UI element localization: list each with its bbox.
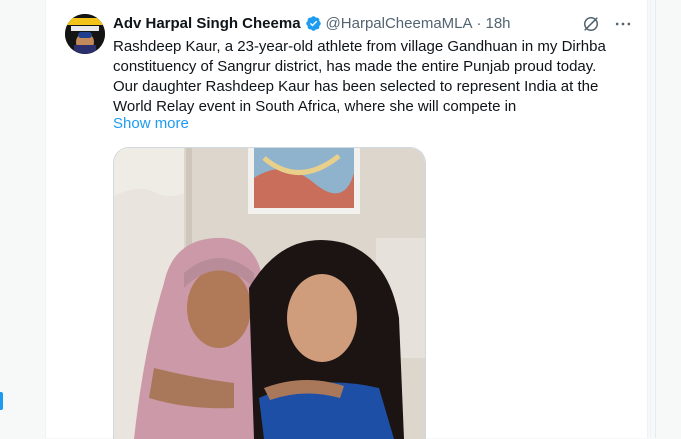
tweet-header: Adv Harpal Singh Cheema @HarpalCheemaMLA…	[113, 13, 511, 33]
tweet-photo[interactable]	[113, 147, 426, 439]
separator: ·	[476, 14, 482, 32]
tweet-text-line: Our daughter Rashdeep Kaur has been sele…	[113, 78, 599, 95]
more-options-icon[interactable]	[612, 13, 634, 35]
tweet-text: Rashdeep Kaur, a 23-year-old athlete fro…	[113, 37, 633, 117]
avatar-image	[65, 14, 105, 54]
divider	[655, 0, 656, 438]
tweet-text-line: constituency of Sangrur district, has ma…	[113, 58, 597, 75]
tweet-text-line: Rashdeep Kaur, a 23-year-old athlete fro…	[113, 38, 606, 55]
handle[interactable]: @HarpalCheemaMLA	[326, 15, 473, 32]
avatar[interactable]	[65, 14, 105, 54]
tweet-card[interactable]: Adv Harpal Singh Cheema @HarpalCheemaMLA…	[45, 0, 648, 439]
display-name[interactable]: Adv Harpal Singh Cheema	[113, 15, 301, 32]
tweet-text-line: World Relay event in South Africa, where…	[113, 98, 517, 115]
show-more-link[interactable]: Show more	[113, 115, 189, 132]
right-panel	[650, 0, 681, 438]
photo-image	[114, 148, 425, 439]
grok-icon[interactable]	[580, 13, 602, 35]
verified-badge-icon	[305, 15, 322, 32]
timestamp[interactable]: 18h	[486, 15, 511, 32]
tweet-actions	[580, 13, 634, 35]
left-nav-indicator	[0, 392, 3, 410]
